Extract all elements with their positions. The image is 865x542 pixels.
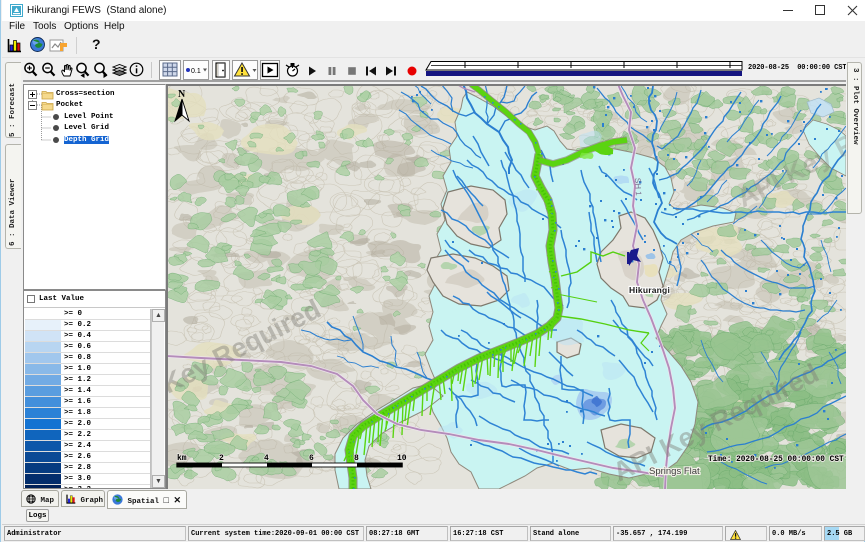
svg-text:SH 1: SH 1 — [633, 178, 643, 197]
svg-text:km: km — [177, 454, 187, 463]
svg-text:Time: 2020-08-25 00:00:00 CST: Time: 2020-08-25 00:00:00 CST — [708, 456, 844, 464]
svg-text:0.1: 0.1 — [191, 68, 201, 75]
svg-text:2: 2 — [219, 454, 224, 463]
svg-text:8: 8 — [354, 454, 359, 463]
svg-text:Springs Flat: Springs Flat — [649, 466, 700, 477]
svg-text:6: 6 — [309, 454, 314, 463]
svg-text:4: 4 — [264, 454, 269, 463]
svg-text:10: 10 — [397, 454, 407, 463]
svg-text:Hikurangi: Hikurangi — [629, 285, 670, 295]
svg-text:N: N — [178, 89, 186, 100]
